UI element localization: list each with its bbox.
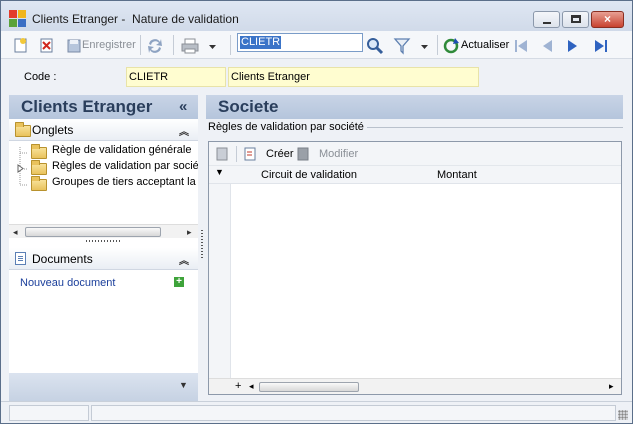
splitter-grip[interactable]	[86, 240, 120, 242]
group-label: Règles de validation par société	[208, 121, 367, 133]
last-icon[interactable]	[593, 37, 609, 55]
grid-toolbar: Créer Modifier	[209, 142, 621, 166]
create-button[interactable]: Créer	[266, 148, 294, 160]
scroll-right-icon[interactable]: ▸	[609, 379, 614, 393]
search-input[interactable]: CLIETR	[237, 33, 363, 52]
row-header-column	[209, 184, 231, 378]
delete-icon[interactable]	[40, 37, 54, 55]
tree-item-third-party-groups[interactable]: Groupes de tiers acceptant la nature	[52, 176, 198, 188]
chevron-down-icon[interactable]	[420, 37, 430, 55]
toolbar-separator	[236, 146, 237, 162]
minimize-button[interactable]	[533, 11, 560, 28]
documents-section-label: Documents	[32, 252, 93, 266]
tabs-tree: Règle de validation générale Règles de v…	[9, 141, 198, 229]
save-icon[interactable]	[67, 37, 83, 55]
documents-section-header[interactable]: Documents ︽	[9, 248, 198, 270]
left-pane-footer: ▼	[9, 373, 198, 401]
tree-item-general-rule[interactable]: Règle de validation générale	[52, 144, 191, 156]
code-label: Code :	[24, 71, 57, 83]
search-input-value: CLIETR	[240, 36, 282, 49]
rules-grid: Créer Modifier ▼ Circuit de validation M…	[208, 141, 622, 395]
print-icon[interactable]	[180, 37, 200, 55]
left-pane-title: Clients Etranger	[21, 97, 153, 116]
filter-icon[interactable]	[393, 37, 411, 55]
tabs-section-header[interactable]: Onglets ︽	[9, 119, 198, 141]
grid-menu-icon[interactable]	[216, 147, 229, 161]
maximize-button[interactable]	[562, 11, 589, 28]
status-cell	[91, 405, 616, 421]
scroll-right-icon[interactable]: ▸	[187, 225, 192, 239]
new-icon[interactable]	[13, 37, 29, 55]
minimize-icon	[543, 22, 551, 24]
refresh-icon[interactable]	[443, 37, 461, 55]
toolbar-separator	[140, 35, 141, 55]
refresh-button[interactable]: Actualiser	[461, 39, 509, 51]
expand-all-icon[interactable]: +	[235, 379, 241, 393]
next-icon[interactable]	[566, 37, 580, 55]
right-pane-title: Societe	[218, 97, 279, 116]
column-header-validation-circuit[interactable]: Circuit de validation	[261, 169, 357, 181]
folder-icon	[15, 122, 31, 137]
toolbar-separator	[230, 35, 231, 55]
horizontal-scrollbar[interactable]: ◂ ▸	[9, 224, 198, 238]
scroll-left-icon[interactable]: ◂	[249, 379, 254, 393]
status-bar	[1, 401, 632, 423]
expand-arrow-icon[interactable]	[17, 164, 25, 173]
toolbar-separator	[173, 35, 174, 55]
collapse-section-icon[interactable]: ︽	[179, 252, 189, 267]
close-button[interactable]: ×	[591, 11, 624, 28]
collapse-section-icon[interactable]: ︽	[179, 123, 189, 138]
folder-icon	[31, 144, 47, 159]
title-bar: Clients Etranger - Nature de validation …	[1, 1, 632, 35]
column-header-amount[interactable]: Montant	[437, 169, 477, 181]
chevron-down-icon[interactable]	[208, 37, 218, 55]
tabs-section-label: Onglets	[32, 123, 74, 137]
first-icon[interactable]	[513, 37, 529, 55]
close-icon: ×	[603, 12, 611, 26]
right-pane-header: Societe	[206, 95, 623, 119]
scroll-left-icon[interactable]: ◂	[13, 225, 18, 239]
search-icon[interactable]	[366, 37, 384, 55]
tree-item-company-rules[interactable]: Règles de validation par société	[52, 160, 198, 172]
resize-grip-icon[interactable]	[618, 410, 628, 420]
status-cell	[9, 405, 89, 421]
splitter-grip[interactable]	[201, 230, 203, 260]
name-field[interactable]: Clients Etranger	[228, 67, 479, 87]
grid-footer: + ◂ ▸	[209, 378, 621, 394]
collapse-pane-button[interactable]: «	[179, 98, 187, 115]
open-folder-icon	[31, 160, 47, 175]
vertical-splitter[interactable]	[198, 95, 206, 401]
scroll-thumb[interactable]	[259, 382, 359, 392]
left-pane-header: Clients Etranger «	[9, 95, 198, 119]
scroll-thumb[interactable]	[25, 227, 161, 237]
create-icon[interactable]	[244, 147, 258, 161]
add-icon[interactable]: +	[174, 277, 184, 287]
maximize-icon	[571, 15, 581, 23]
window-title: Clients Etranger - Nature de validation	[32, 12, 239, 26]
main-window: Clients Etranger - Nature de validation …	[0, 0, 633, 424]
new-document-link[interactable]: Nouveau document	[20, 277, 115, 289]
code-field[interactable]: CLIETR	[126, 67, 226, 87]
document-icon	[15, 252, 26, 265]
group-divider	[361, 127, 623, 128]
toolbar-separator	[437, 35, 438, 55]
app-icon	[9, 10, 26, 27]
chevron-down-icon[interactable]: ▼	[179, 380, 188, 390]
save-button[interactable]: Enregistrer	[82, 39, 136, 51]
column-menu-icon[interactable]: ▼	[215, 167, 224, 177]
edit-button[interactable]: Modifier	[319, 148, 358, 160]
edit-icon[interactable]	[297, 147, 311, 161]
sync-icon[interactable]	[146, 37, 164, 55]
grid-header: ▼ Circuit de validation Montant	[209, 166, 621, 184]
previous-icon[interactable]	[540, 37, 554, 55]
left-pane: Clients Etranger « Onglets ︽ Règle de va…	[9, 95, 198, 401]
folder-icon	[31, 176, 47, 191]
